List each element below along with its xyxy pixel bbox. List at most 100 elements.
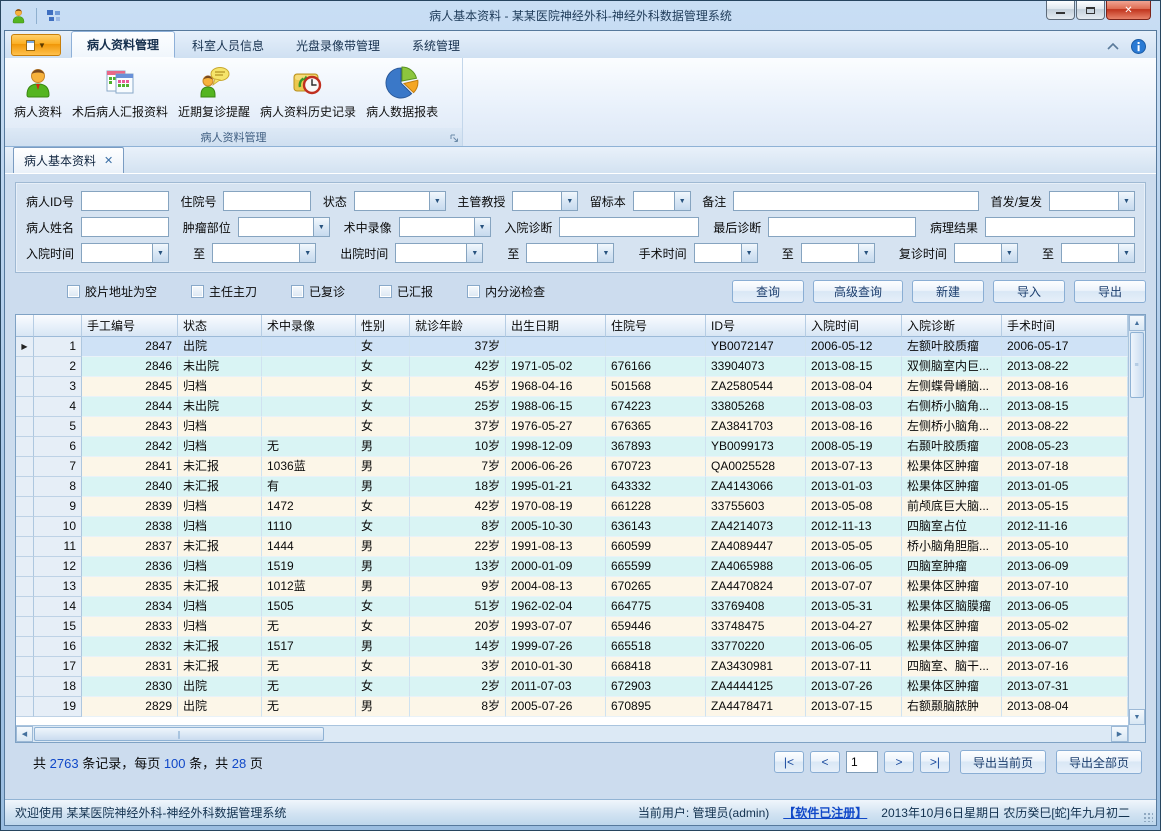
grid-cell[interactable]: 2013-08-15: [806, 357, 902, 377]
combo-value[interactable]: [526, 243, 597, 263]
filter-combo[interactable]: ▼: [238, 217, 330, 237]
grid-cell[interactable]: 676166: [606, 357, 706, 377]
grid-cell[interactable]: 男: [356, 577, 410, 597]
title-bar[interactable]: 病人基本资料 - 某某医院神经外科-神经外科数据管理系统 ✕: [4, 1, 1157, 30]
grid-cell[interactable]: 2013-06-05: [1002, 597, 1128, 617]
chevron-down-icon[interactable]: ▼: [474, 217, 491, 237]
grid-cell[interactable]: 1962-02-04: [506, 597, 606, 617]
filter-combo[interactable]: ▼: [1061, 243, 1135, 263]
grid-cell[interactable]: 2013-05-31: [806, 597, 902, 617]
grid-cell[interactable]: 25岁: [410, 397, 506, 417]
page-number-input[interactable]: [846, 751, 878, 773]
grid-cell[interactable]: 2013-05-08: [806, 497, 902, 517]
grid-cell[interactable]: 归档: [178, 497, 262, 517]
grid-column-header[interactable]: 手术时间: [1002, 315, 1128, 337]
grid-cell[interactable]: 1971-05-02: [506, 357, 606, 377]
scroll-right-icon[interactable]: ▶: [1111, 726, 1128, 742]
grid-cell[interactable]: 2838: [82, 517, 178, 537]
grid-cell[interactable]: 664775: [606, 597, 706, 617]
grid-cell[interactable]: 2834: [82, 597, 178, 617]
grid-cell[interactable]: YB0072147: [706, 337, 806, 357]
grid-cell[interactable]: ZA4478471: [706, 697, 806, 717]
grid-cell[interactable]: 归档: [178, 557, 262, 577]
grid-cell[interactable]: 2013-07-13: [806, 457, 902, 477]
chevron-down-icon[interactable]: ▼: [741, 243, 758, 263]
grid-cell[interactable]: 女: [356, 497, 410, 517]
grid-cell[interactable]: 2013-08-16: [806, 417, 902, 437]
grid-column-header[interactable]: 住院号: [606, 315, 706, 337]
dialog-launcher-icon[interactable]: [450, 134, 459, 143]
filter-input[interactable]: [559, 217, 699, 237]
checkbox[interactable]: [467, 285, 480, 298]
export-current-page-button[interactable]: 导出当前页: [960, 750, 1046, 774]
grid-cell[interactable]: 33904073: [706, 357, 806, 377]
grid-cell[interactable]: 2013-08-22: [1002, 357, 1128, 377]
combo-value[interactable]: [1049, 191, 1118, 211]
grid-cell[interactable]: 2006-05-12: [806, 337, 902, 357]
grid-cell[interactable]: ZA3430981: [706, 657, 806, 677]
chevron-down-icon[interactable]: ▼: [466, 243, 483, 263]
grid-cell[interactable]: 42岁: [410, 357, 506, 377]
grid-cell[interactable]: 2013-01-05: [1002, 477, 1128, 497]
ribbon-tab-1[interactable]: 病人资料管理: [71, 31, 175, 58]
checkbox-item-1[interactable]: 胶片地址为空: [67, 283, 157, 300]
grid-cell[interactable]: 2839: [82, 497, 178, 517]
table-row[interactable]: 182830出院无女2岁2011-07-03672903ZA4444125201…: [16, 677, 1128, 697]
grid-cell[interactable]: 665518: [606, 637, 706, 657]
grid-cell[interactable]: 2013-05-05: [806, 537, 902, 557]
grid-column-header[interactable]: 就诊年龄: [410, 315, 506, 337]
table-row[interactable]: 132835未汇报1012蓝男9岁2004-08-13670265ZA44708…: [16, 577, 1128, 597]
filter-combo[interactable]: ▼: [354, 191, 446, 211]
grid-cell[interactable]: ZA4089447: [706, 537, 806, 557]
grid-cell[interactable]: 男: [356, 637, 410, 657]
ribbon-button-2[interactable]: 术后病人汇报资料: [67, 60, 173, 128]
grid-cell[interactable]: 37岁: [410, 417, 506, 437]
grid-cell[interactable]: 2013-01-03: [806, 477, 902, 497]
grid-cell[interactable]: 2013-07-07: [806, 577, 902, 597]
grid-cell[interactable]: 女: [356, 417, 410, 437]
filter-combo[interactable]: ▼: [633, 191, 691, 211]
grid-cell[interactable]: 9岁: [410, 577, 506, 597]
combo-value[interactable]: [81, 243, 152, 263]
grid-cell[interactable]: 674223: [606, 397, 706, 417]
grid-cell[interactable]: [606, 337, 706, 357]
filter-combo[interactable]: ▼: [1049, 191, 1135, 211]
grid-column-header[interactable]: ID号: [706, 315, 806, 337]
grid-cell[interactable]: 男: [356, 537, 410, 557]
page-first-button[interactable]: |<: [774, 751, 804, 773]
grid-column-header[interactable]: 性别: [356, 315, 410, 337]
grid-cell[interactable]: 右额颞脑脓肿: [902, 697, 1002, 717]
grid-cell[interactable]: 2013-07-31: [1002, 677, 1128, 697]
collapse-ribbon-icon[interactable]: [1107, 43, 1119, 50]
grid-cell[interactable]: 33770220: [706, 637, 806, 657]
grid-cell[interactable]: 1991-08-13: [506, 537, 606, 557]
grid-cell[interactable]: 501568: [606, 377, 706, 397]
grid-cell[interactable]: 四脑室肿瘤: [902, 557, 1002, 577]
grid-cell[interactable]: 未汇报: [178, 537, 262, 557]
grid-cell[interactable]: 女: [356, 657, 410, 677]
grid-cell[interactable]: 松果体区肿瘤: [902, 617, 1002, 637]
vertical-scroll-track[interactable]: [1129, 399, 1145, 709]
grid-cell[interactable]: 出院: [178, 677, 262, 697]
combo-value[interactable]: [512, 191, 561, 211]
grid-cell[interactable]: 37岁: [410, 337, 506, 357]
grid-cell[interactable]: 右颞叶胶质瘤: [902, 437, 1002, 457]
tab-patient-basic-info[interactable]: 病人基本资料 ✕: [13, 147, 124, 173]
grid-cell[interactable]: 2840: [82, 477, 178, 497]
grid-cell[interactable]: YB0099173: [706, 437, 806, 457]
grid-cell[interactable]: 2013-04-27: [806, 617, 902, 637]
grid-cell[interactable]: 2008-05-19: [806, 437, 902, 457]
combo-value[interactable]: [633, 191, 674, 211]
grid-cell[interactable]: 女: [356, 397, 410, 417]
table-row[interactable]: 122836归档1519男13岁2000-01-09665599ZA406598…: [16, 557, 1128, 577]
grid-cell[interactable]: 2013-07-16: [1002, 657, 1128, 677]
grid-cell[interactable]: 672903: [606, 677, 706, 697]
filter-combo[interactable]: ▼: [512, 191, 578, 211]
filter-combo[interactable]: ▼: [399, 217, 491, 237]
grid-cell[interactable]: 男: [356, 457, 410, 477]
grid-cell[interactable]: 出院: [178, 697, 262, 717]
grid-cell[interactable]: QA0025528: [706, 457, 806, 477]
grid-cell[interactable]: 2012-11-16: [1002, 517, 1128, 537]
chevron-down-icon[interactable]: ▼: [858, 243, 875, 263]
combo-value[interactable]: [954, 243, 1001, 263]
